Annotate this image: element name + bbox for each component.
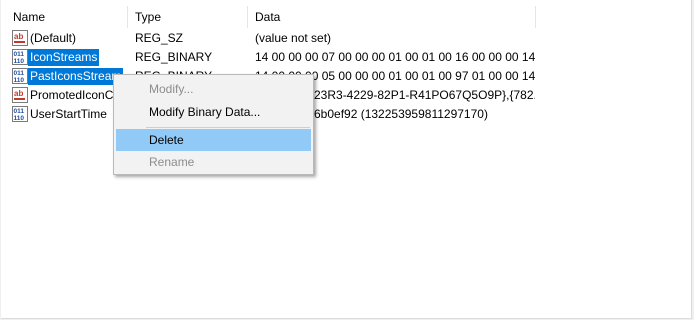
column-divider[interactable] bbox=[535, 6, 536, 28]
registry-values-pane: Name Type Data ab (Default) REG_SZ (valu… bbox=[1, 0, 692, 319]
string-value-icon: ab bbox=[12, 87, 28, 103]
menu-item-modify[interactable]: Modify... bbox=[116, 78, 311, 100]
value-row-pasticonsstream[interactable]: 011 110 PastIconsStream REG_BINARY 14 00… bbox=[1, 67, 691, 86]
value-row-promotediconcache[interactable]: ab PromotedIconC 23R3-4229-82P1-R41PO67Q… bbox=[1, 86, 691, 105]
string-value-icon: ab bbox=[12, 30, 28, 46]
binary-value-icon: 011 110 bbox=[12, 49, 28, 65]
value-name: PastIconsStream bbox=[28, 68, 124, 85]
value-name: IconStreams bbox=[28, 49, 100, 66]
value-data: (value not set) bbox=[255, 31, 332, 45]
svg-text:110: 110 bbox=[14, 77, 25, 84]
column-header: Name Type Data bbox=[1, 6, 691, 28]
value-name: (Default) bbox=[30, 31, 77, 45]
value-data: 14 00 00 00 07 00 00 00 01 00 01 00 16 0… bbox=[255, 50, 535, 64]
value-type: REG_SZ bbox=[135, 31, 184, 45]
value-row-userstarttime[interactable]: 011 110 UserStartTime 6b0ef92 (132253959… bbox=[1, 105, 691, 124]
binary-value-icon: 011 110 bbox=[12, 68, 28, 84]
binary-value-icon: 011 110 bbox=[12, 106, 28, 122]
menu-item-delete[interactable]: Delete bbox=[116, 129, 311, 151]
value-type: REG_BINARY bbox=[135, 50, 213, 64]
menu-separator bbox=[146, 127, 310, 128]
svg-text:011: 011 bbox=[14, 51, 25, 58]
svg-text:011: 011 bbox=[14, 70, 25, 77]
value-data: 23R3-4229-82P1-R41PO67Q5O9P},{782... bbox=[314, 88, 535, 102]
value-data: 6b0ef92 (132253959811297170) bbox=[314, 107, 488, 121]
svg-text:ab: ab bbox=[14, 89, 23, 98]
column-header-name[interactable]: Name bbox=[5, 6, 127, 28]
column-header-data[interactable]: Data bbox=[247, 6, 535, 28]
svg-text:011: 011 bbox=[14, 108, 25, 115]
column-header-type[interactable]: Type bbox=[127, 6, 247, 28]
value-name: PromotedIconC bbox=[30, 88, 114, 102]
svg-text:ab: ab bbox=[14, 32, 23, 41]
value-name: UserStartTime bbox=[30, 107, 107, 121]
context-menu: Modify... Modify Binary Data... Delete R… bbox=[113, 74, 314, 175]
menu-item-modify-binary-data[interactable]: Modify Binary Data... bbox=[116, 101, 311, 123]
value-row-default[interactable]: ab (Default) REG_SZ (value not set) bbox=[1, 29, 691, 48]
svg-text:110: 110 bbox=[14, 115, 25, 122]
value-row-iconstreams[interactable]: 011 110 IconStreams REG_BINARY 14 00 00 … bbox=[1, 48, 691, 67]
menu-item-rename[interactable]: Rename bbox=[116, 151, 311, 173]
svg-text:110: 110 bbox=[14, 58, 25, 65]
